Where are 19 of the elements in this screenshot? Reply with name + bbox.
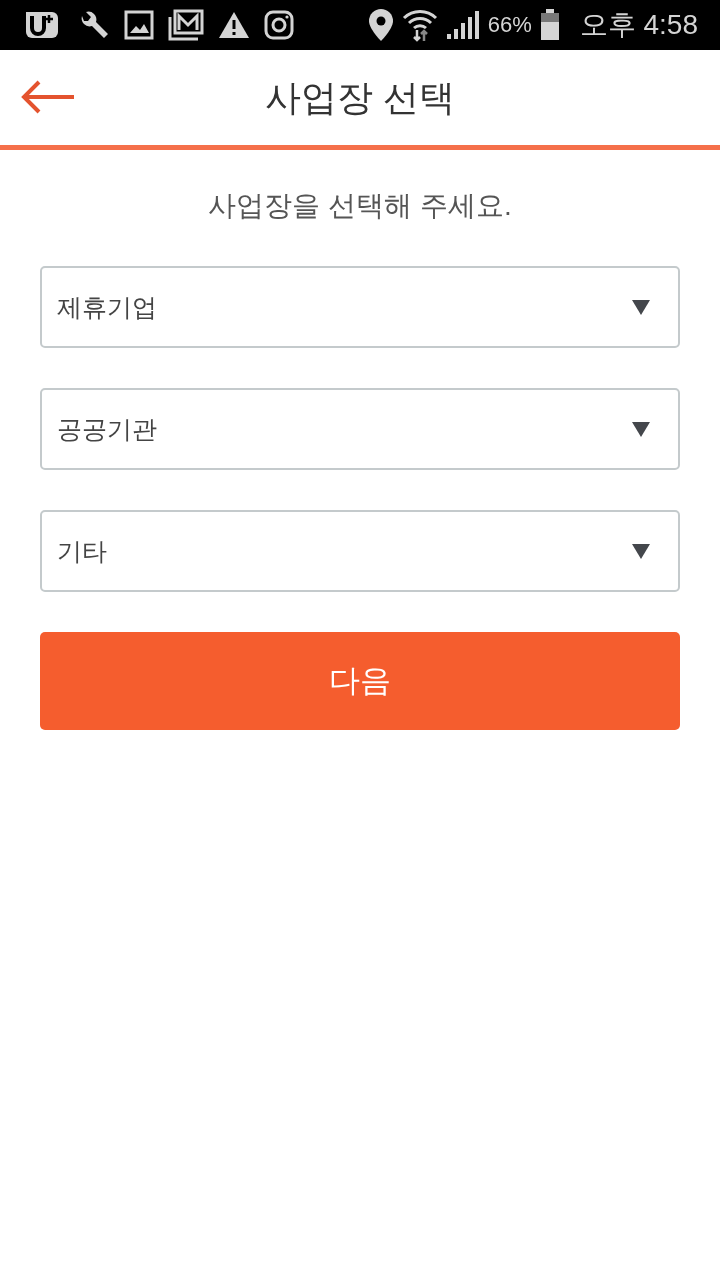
back-arrow-icon xyxy=(20,80,76,114)
signal-icon xyxy=(445,10,480,40)
battery-percent: 66% xyxy=(487,14,532,36)
mail-stack-icon xyxy=(168,9,204,41)
dropdown-caret-icon xyxy=(632,421,650,437)
dropdown-select[interactable]: 공공기관 xyxy=(40,388,680,470)
location-pin-icon xyxy=(367,8,394,42)
battery-icon xyxy=(539,9,560,41)
wifi-icon xyxy=(401,8,438,42)
page-title: 사업장 선택 xyxy=(265,79,455,116)
instruction-text: 사업장을 선택해 주세요. xyxy=(207,192,513,220)
warning-icon xyxy=(218,11,250,39)
dropdown-caret-icon xyxy=(632,543,650,559)
image-icon xyxy=(124,10,154,40)
clock-time: 오후 4:58 xyxy=(579,11,698,39)
dropdown-select[interactable]: 기타 xyxy=(40,510,680,592)
camera-icon xyxy=(264,10,294,40)
dropdown-select[interactable]: 제휴기업 xyxy=(40,266,680,348)
dropdown-caret-icon xyxy=(632,299,650,315)
